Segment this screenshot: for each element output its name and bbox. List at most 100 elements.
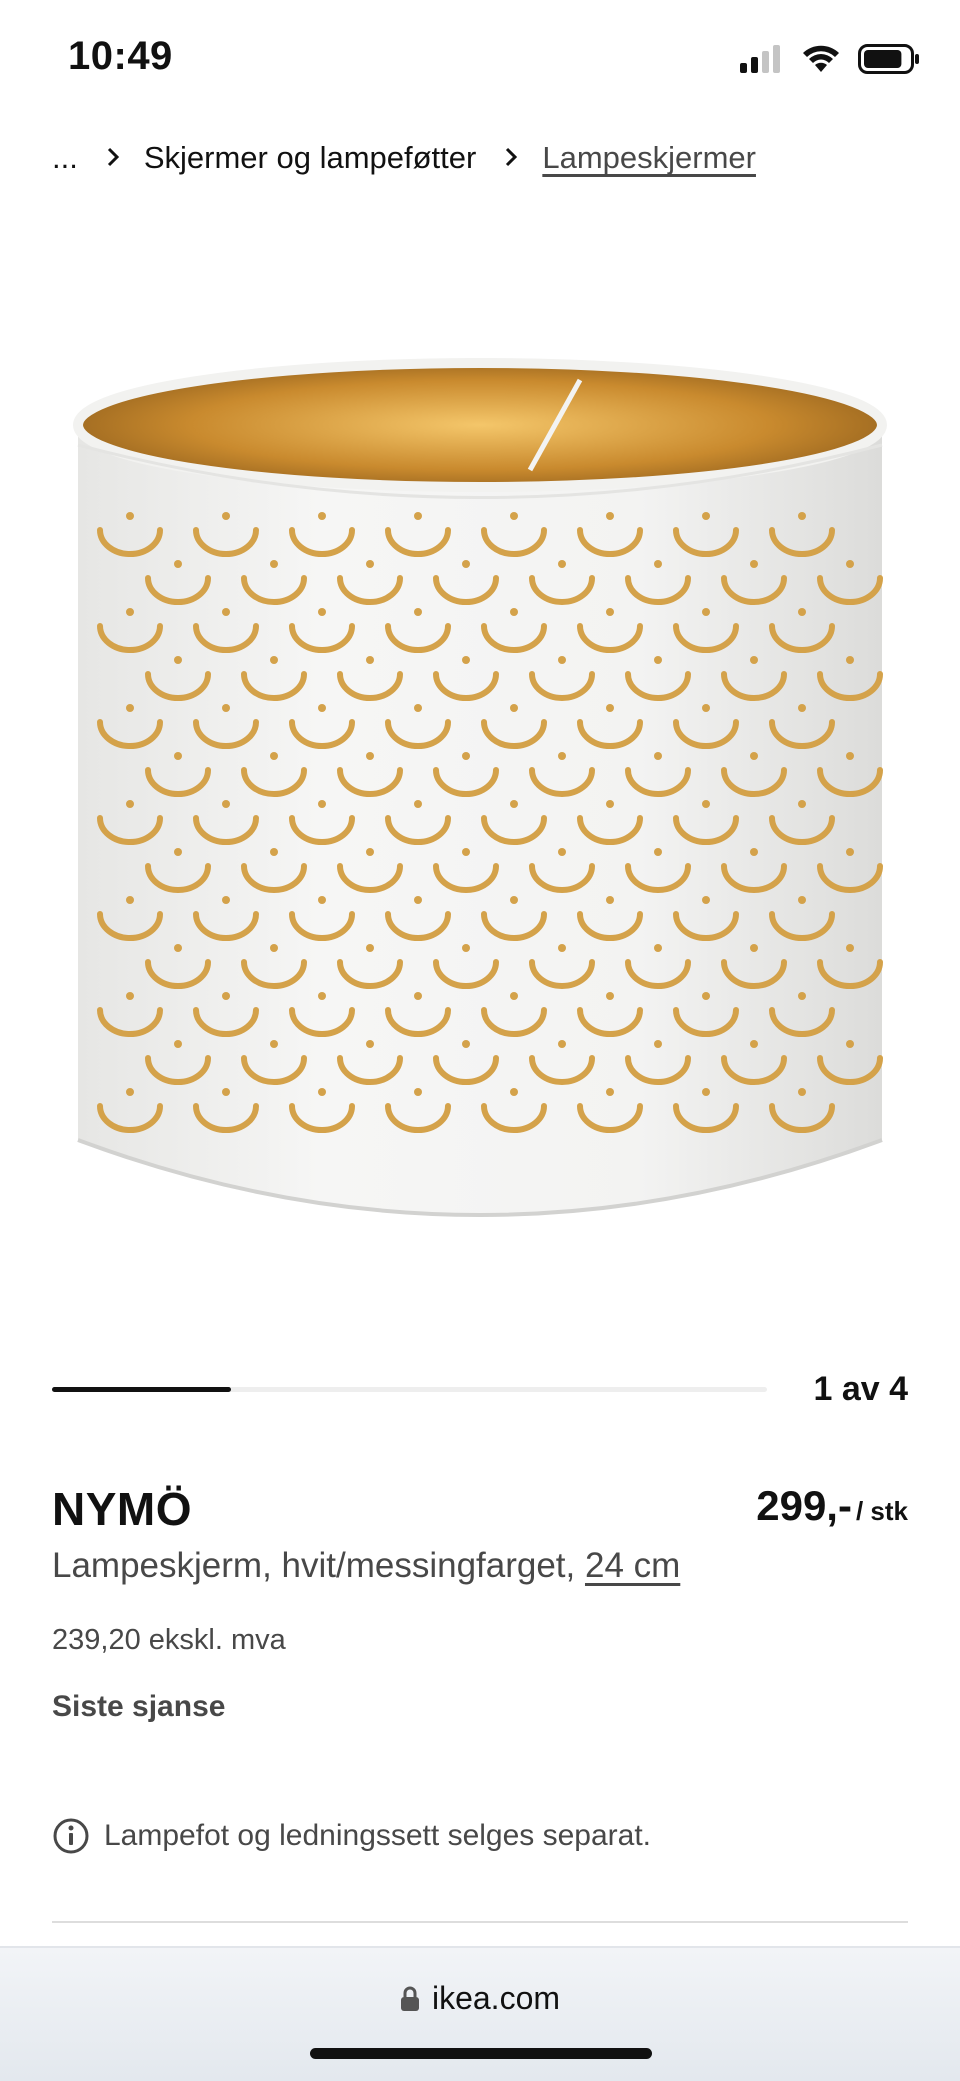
dot-cutout [462,848,470,856]
dot-cutout [318,704,326,712]
lock-icon [400,1986,419,2011]
status-time: 10:49 [68,34,173,78]
dot-cutout [654,656,662,664]
carousel-counter: 1 av 4 [813,1370,908,1408]
dot-cutout [366,752,374,760]
dot-cutout [750,656,758,664]
cellular-signal-icon [740,45,780,73]
chevron-right-icon [504,140,518,176]
dot-cutout [414,608,422,616]
dot-cutout [798,992,806,1000]
dot-cutout [606,608,614,616]
dot-cutout [654,560,662,568]
dot-cutout [558,1040,566,1048]
dot-cutout [270,1040,278,1048]
dot-cutout [318,992,326,1000]
price-unit: / stk [855,1496,908,1526]
dot-cutout [222,608,230,616]
dot-cutout [798,608,806,616]
dot-cutout [318,608,326,616]
dot-cutout [750,944,758,952]
dot-cutout [174,560,182,568]
dot-cutout [222,896,230,904]
chevron-right-icon [106,140,120,176]
dot-cutout [606,704,614,712]
breadcrumb-item-lampeskjermer[interactable]: Lampeskjermer [542,140,756,176]
carousel-progress-fill [52,1387,231,1392]
dot-cutout [414,992,422,1000]
dot-cutout [654,752,662,760]
dot-cutout [270,752,278,760]
dot-cutout [654,848,662,856]
dot-cutout [510,512,518,520]
product-description: Lampeskjerm, hvit/messingfarget, 24 cm [52,1546,680,1586]
dot-cutout [222,704,230,712]
carousel-progress-track[interactable] [52,1387,767,1392]
dot-cutout [414,800,422,808]
dot-cutout [174,944,182,952]
browser-address-bar[interactable]: ikea.com [0,1946,960,2081]
product-description-text: Lampeskjerm, hvit/messingfarget, [52,1546,585,1585]
product-price: 299,- / stk [756,1482,908,1530]
dot-cutout [702,512,710,520]
breadcrumb-ellipsis[interactable]: ... [52,140,78,176]
status-badge: Siste sjanse [52,1690,226,1723]
dot-cutout [462,944,470,952]
dot-cutout [126,704,134,712]
dot-cutout [510,896,518,904]
price-value: 299,- [756,1482,852,1529]
product-image[interactable] [60,350,900,1300]
dot-cutout [750,1040,758,1048]
home-indicator[interactable] [310,2048,652,2059]
dot-cutout [270,848,278,856]
battery-icon [858,44,919,74]
dot-cutout [414,896,422,904]
dot-cutout [702,992,710,1000]
dot-cutout [462,752,470,760]
dot-cutout [222,800,230,808]
dot-cutout [174,656,182,664]
dot-cutout [318,1088,326,1096]
dot-cutout [270,656,278,664]
dot-cutout [510,608,518,616]
dot-cutout [558,656,566,664]
dot-cutout [366,560,374,568]
product-size-link[interactable]: 24 cm [585,1546,680,1585]
dot-cutout [366,944,374,952]
dot-cutout [174,1040,182,1048]
dot-cutout [222,992,230,1000]
dot-cutout [798,800,806,808]
breadcrumb-item-skjermer[interactable]: Skjermer og lampeføtter [144,140,477,176]
dot-cutout [846,752,854,760]
dot-cutout [606,512,614,520]
dot-cutout [750,752,758,760]
dot-cutout [366,848,374,856]
dot-cutout [558,848,566,856]
dot-cutout [318,800,326,808]
url-display[interactable]: ikea.com [0,1980,960,2017]
dot-cutout [606,1088,614,1096]
dot-cutout [318,896,326,904]
dot-cutout [606,992,614,1000]
dot-cutout [366,656,374,664]
dot-cutout [654,1040,662,1048]
dot-cutout [846,848,854,856]
dot-cutout [702,800,710,808]
dot-cutout [606,800,614,808]
dot-cutout [270,944,278,952]
dot-cutout [174,848,182,856]
dot-cutout [510,704,518,712]
dot-cutout [174,752,182,760]
dot-cutout [846,560,854,568]
price-excl-vat: 239,20 ekskl. mva [52,1624,286,1656]
dot-cutout [126,608,134,616]
info-note-text: Lampefot og ledningssett selges separat. [104,1819,652,1852]
dot-cutout [798,512,806,520]
dot-cutout [462,1040,470,1048]
dot-cutout [846,944,854,952]
dot-cutout [510,1088,518,1096]
dot-cutout [270,560,278,568]
product-name: NYMÖ [52,1483,192,1535]
dot-cutout [558,560,566,568]
info-icon [53,1818,89,1854]
